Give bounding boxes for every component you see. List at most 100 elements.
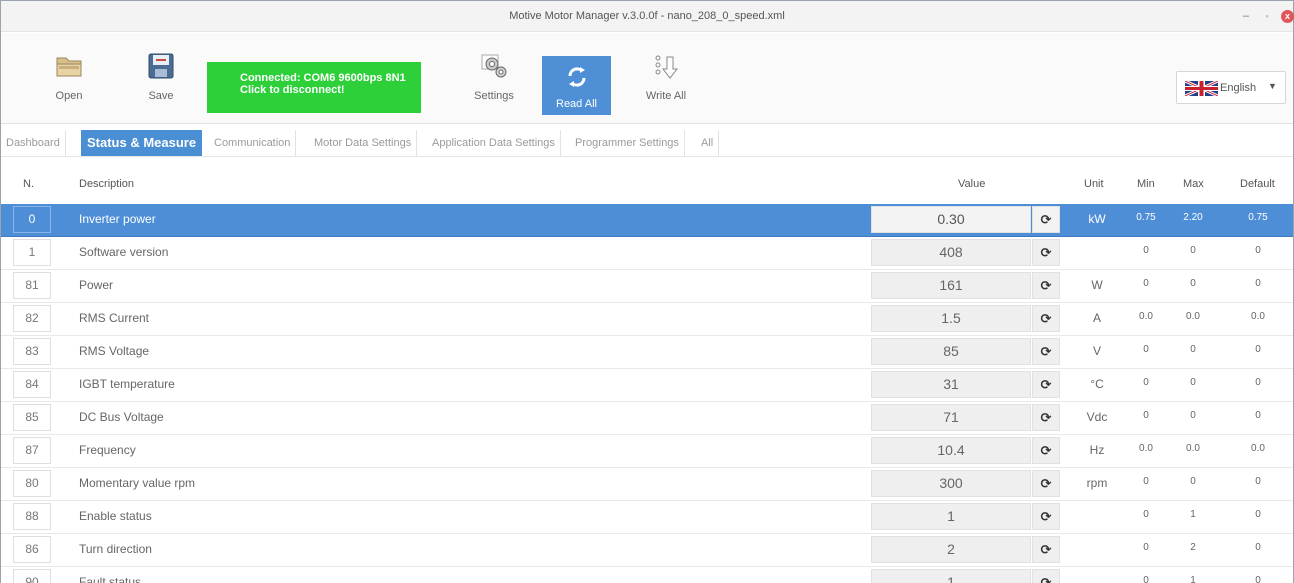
connection-status-text: Connected: COM6 9600bps 8N1 xyxy=(240,72,406,84)
row-number: 80 xyxy=(13,470,51,497)
row-refresh-icon[interactable]: ⟳ xyxy=(1032,371,1060,398)
row-min: 0.75 xyxy=(1136,212,1156,223)
row-description: Momentary value rpm xyxy=(79,476,196,490)
row-min: 0.0 xyxy=(1139,443,1153,454)
download-arrow-icon xyxy=(655,55,679,79)
header-default: Default xyxy=(1240,178,1275,190)
header-max: Max xyxy=(1183,178,1204,190)
table-header: N. Description Value Unit Min Max Defaul… xyxy=(1,158,1293,203)
refresh-icon xyxy=(567,67,586,87)
close-button[interactable]: x xyxy=(1280,7,1294,25)
row-number: 0 xyxy=(13,206,51,233)
row-value-field[interactable]: 1.5 xyxy=(871,305,1031,332)
row-max: 2 xyxy=(1190,542,1196,553)
row-refresh-icon[interactable]: ⟳ xyxy=(1032,338,1060,365)
row-refresh-icon[interactable]: ⟳ xyxy=(1032,470,1060,497)
row-description: DC Bus Voltage xyxy=(79,410,164,424)
row-value-field[interactable]: 1 xyxy=(871,569,1031,583)
row-refresh-icon[interactable]: ⟳ xyxy=(1032,272,1060,299)
row-refresh-icon[interactable]: ⟳ xyxy=(1032,503,1060,530)
row-max: 0.0 xyxy=(1186,311,1200,322)
connection-status-button[interactable]: Connected: COM6 9600bps 8N1 Click to dis… xyxy=(207,62,421,113)
row-default: 0 xyxy=(1255,410,1261,421)
row-max: 0 xyxy=(1190,476,1196,487)
row-number: 87 xyxy=(13,437,51,464)
row-value-field[interactable]: 300 xyxy=(871,470,1031,497)
save-button[interactable]: Save xyxy=(141,51,181,102)
row-value-field[interactable]: 71 xyxy=(871,404,1031,431)
tab-communication[interactable]: Communication xyxy=(209,130,297,156)
row-description: Software version xyxy=(79,245,169,259)
row-unit: rpm xyxy=(1086,476,1108,490)
table-row[interactable]: 81 Power 161 ⟳ W 0 0 0 xyxy=(1,270,1293,303)
row-min: 0 xyxy=(1143,377,1149,388)
row-refresh-icon[interactable]: ⟳ xyxy=(1032,305,1060,332)
table-row[interactable]: 82 RMS Current 1.5 ⟳ A 0.0 0.0 0.0 xyxy=(1,303,1293,336)
row-min: 0 xyxy=(1143,509,1149,520)
row-refresh-icon[interactable]: ⟳ xyxy=(1032,569,1060,583)
row-value-field[interactable]: 161 xyxy=(871,272,1031,299)
toolbar: Open Save Connected: COM6 9600bps 8N1 Cl… xyxy=(1,33,1293,124)
row-description: IGBT temperature xyxy=(79,377,175,391)
tab-motor-data-settings[interactable]: Motor Data Settings xyxy=(309,130,418,156)
row-unit: Vdc xyxy=(1086,410,1108,424)
row-refresh-icon[interactable]: ⟳ xyxy=(1032,206,1060,233)
row-description: Inverter power xyxy=(79,212,156,226)
open-button[interactable]: Open xyxy=(49,51,89,102)
row-value-field[interactable]: 10.4 xyxy=(871,437,1031,464)
tab-programmer-settings[interactable]: Programmer Settings xyxy=(570,130,685,156)
settings-button[interactable]: Settings xyxy=(469,53,519,102)
row-value-field[interactable]: 85 xyxy=(871,338,1031,365)
row-number: 85 xyxy=(13,404,51,431)
table-row[interactable]: 85 DC Bus Voltage 71 ⟳ Vdc 0 0 0 xyxy=(1,402,1293,435)
write-all-button[interactable]: Write All xyxy=(636,53,696,102)
row-value-field[interactable]: 31 xyxy=(871,371,1031,398)
tab-dashboard[interactable]: Dashboard xyxy=(1,130,66,156)
row-value-field[interactable]: 1 xyxy=(871,503,1031,530)
table-row[interactable]: 86 Turn direction 2 ⟳ 0 2 0 xyxy=(1,534,1293,567)
header-unit: Unit xyxy=(1084,178,1104,190)
language-select[interactable]: English ▼ xyxy=(1176,71,1286,104)
header-number: N. xyxy=(23,178,34,190)
table-row[interactable]: 87 Frequency 10.4 ⟳ Hz 0.0 0.0 0.0 xyxy=(1,435,1293,468)
tab-application-data-settings[interactable]: Application Data Settings xyxy=(427,130,561,156)
parameter-table: N. Description Value Unit Min Max Defaul… xyxy=(1,158,1293,583)
row-number: 88 xyxy=(13,503,51,530)
table-row[interactable]: 88 Enable status 1 ⟳ 0 1 0 xyxy=(1,501,1293,534)
language-value: English xyxy=(1220,82,1257,94)
row-value-field[interactable]: 2 xyxy=(871,536,1031,563)
write-all-label: Write All xyxy=(645,90,687,102)
row-value-field[interactable]: 408 xyxy=(871,239,1031,266)
floppy-disk-icon xyxy=(148,53,174,79)
table-row[interactable]: 0 Inverter power 0.30 ⟳ kW 0.75 2.20 0.7… xyxy=(1,204,1293,237)
row-refresh-icon[interactable]: ⟳ xyxy=(1032,239,1060,266)
minimize-button[interactable]: – xyxy=(1237,7,1255,25)
row-unit: V xyxy=(1092,344,1101,358)
row-refresh-icon[interactable]: ⟳ xyxy=(1032,404,1060,431)
tab-status-measure[interactable]: Status & Measure xyxy=(81,130,203,156)
row-unit: kW xyxy=(1088,212,1106,226)
row-description: Enable status xyxy=(79,509,152,523)
maximize-button[interactable]: ◦ xyxy=(1258,7,1276,25)
row-number: 90 xyxy=(13,569,51,583)
row-default: 0 xyxy=(1255,575,1261,583)
table-row[interactable]: 90 Fault status 1 ⟳ 0 1 0 xyxy=(1,567,1293,583)
row-description: RMS Current xyxy=(79,311,150,325)
row-number: 84 xyxy=(13,371,51,398)
read-all-button[interactable]: Read All xyxy=(542,56,611,115)
row-default: 0 xyxy=(1255,344,1261,355)
table-row[interactable]: 83 RMS Voltage 85 ⟳ V 0 0 0 xyxy=(1,336,1293,369)
uk-flag-icon xyxy=(1185,81,1218,96)
table-row[interactable]: 1 Software version 408 ⟳ 0 0 0 xyxy=(1,237,1293,270)
row-description: Frequency xyxy=(79,443,136,457)
header-value: Value xyxy=(958,178,986,190)
row-number: 86 xyxy=(13,536,51,563)
row-value-field[interactable]: 0.30 xyxy=(871,206,1031,233)
table-row[interactable]: 80 Momentary value rpm 300 ⟳ rpm 0 0 0 xyxy=(1,468,1293,501)
row-refresh-icon[interactable]: ⟳ xyxy=(1032,437,1060,464)
row-refresh-icon[interactable]: ⟳ xyxy=(1032,536,1060,563)
open-label: Open xyxy=(55,90,83,102)
tab-all[interactable]: All xyxy=(696,130,720,156)
header-description: Description xyxy=(79,178,135,190)
table-row[interactable]: 84 IGBT temperature 31 ⟳ °C 0 0 0 xyxy=(1,369,1293,402)
